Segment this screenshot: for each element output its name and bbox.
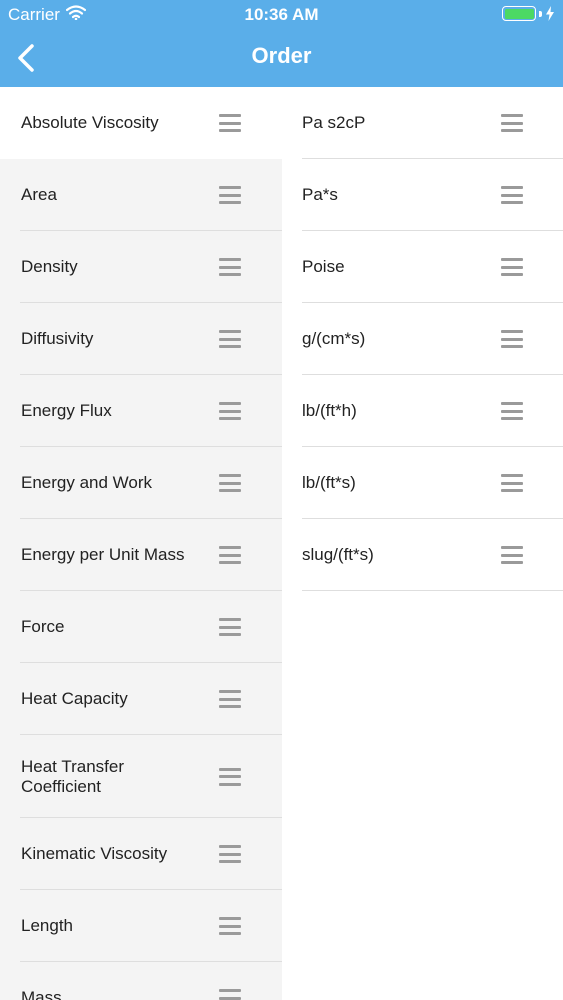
unit-label: slug/(ft*s) bbox=[302, 545, 374, 564]
drag-handle-icon[interactable] bbox=[501, 114, 523, 132]
category-row[interactable]: Heat Capacity bbox=[0, 663, 282, 735]
unit-label: Poise bbox=[302, 257, 345, 276]
category-row[interactable]: Diffusivity bbox=[0, 303, 282, 375]
drag-handle-icon[interactable] bbox=[219, 114, 241, 132]
drag-handle-icon[interactable] bbox=[501, 258, 523, 276]
category-row[interactable]: Energy Flux bbox=[0, 375, 282, 447]
unit-list[interactable]: Pa s2cP Pa*s Poise g/(cm*s) lb/(ft*h) lb… bbox=[282, 87, 563, 1000]
unit-label: lb/(ft*s) bbox=[302, 473, 356, 492]
category-row[interactable]: Energy and Work bbox=[0, 447, 282, 519]
drag-handle-icon[interactable] bbox=[219, 186, 241, 204]
drag-handle-icon[interactable] bbox=[219, 767, 241, 786]
unit-label: g/(cm*s) bbox=[302, 329, 366, 348]
category-row[interactable]: Area bbox=[0, 159, 282, 231]
category-label: Heat Capacity bbox=[21, 689, 128, 708]
drag-handle-icon[interactable] bbox=[501, 474, 523, 492]
drag-handle-icon[interactable] bbox=[219, 917, 241, 935]
unit-label: Pa*s bbox=[302, 185, 338, 204]
category-label: Kinematic Viscosity bbox=[21, 844, 168, 863]
unit-row[interactable]: Pa*s bbox=[282, 159, 563, 231]
category-label: Energy Flux bbox=[21, 401, 112, 420]
status-bar: Carrier 10:36 AM bbox=[0, 0, 563, 30]
navigation-bar: Order bbox=[0, 30, 563, 87]
category-label: Density bbox=[21, 257, 78, 276]
unit-row[interactable]: Poise bbox=[282, 231, 563, 303]
unit-label: lb/(ft*h) bbox=[302, 401, 357, 420]
unit-row[interactable]: Pa s2cP bbox=[282, 87, 563, 159]
category-row[interactable]: Absolute Viscosity bbox=[0, 87, 282, 159]
drag-handle-icon[interactable] bbox=[219, 330, 241, 348]
page-title: Order bbox=[251, 43, 312, 68]
category-label: Force bbox=[21, 617, 65, 636]
drag-handle-icon[interactable] bbox=[219, 546, 241, 564]
unit-row[interactable]: lb/(ft*h) bbox=[282, 375, 563, 447]
category-label: Energy and Work bbox=[21, 473, 153, 492]
drag-handle-icon[interactable] bbox=[501, 402, 523, 420]
drag-handle-icon[interactable] bbox=[219, 845, 241, 863]
category-label: Mass bbox=[21, 988, 62, 1000]
drag-handle-icon[interactable] bbox=[219, 690, 241, 708]
battery-icon bbox=[502, 6, 555, 21]
drag-handle-icon[interactable] bbox=[219, 474, 241, 492]
drag-handle-icon[interactable] bbox=[219, 258, 241, 276]
category-label: Heat Transfer Coefficient bbox=[21, 756, 124, 796]
category-list[interactable]: Absolute Viscosity Area Density Diffusiv… bbox=[0, 87, 282, 1000]
drag-handle-icon[interactable] bbox=[219, 989, 241, 1000]
category-row[interactable]: Force bbox=[0, 591, 282, 663]
drag-handle-icon[interactable] bbox=[219, 618, 241, 636]
category-label: Energy per Unit Mass bbox=[21, 545, 185, 564]
status-time: 10:36 AM bbox=[244, 5, 319, 24]
charging-bolt-icon bbox=[546, 6, 554, 21]
drag-handle-icon[interactable] bbox=[501, 546, 523, 564]
category-row[interactable]: Mass bbox=[0, 962, 282, 1000]
row-divider bbox=[302, 590, 563, 591]
unit-row[interactable]: g/(cm*s) bbox=[282, 303, 563, 375]
unit-label: Pa s2cP bbox=[302, 113, 366, 132]
category-label: Absolute Viscosity bbox=[21, 113, 159, 132]
category-row[interactable]: Length bbox=[0, 890, 282, 962]
unit-row[interactable]: slug/(ft*s) bbox=[282, 519, 563, 591]
drag-handle-icon[interactable] bbox=[501, 330, 523, 348]
category-label: Area bbox=[21, 185, 57, 204]
category-row[interactable]: Kinematic Viscosity bbox=[0, 818, 282, 890]
category-row[interactable]: Density bbox=[0, 231, 282, 303]
category-row[interactable]: Energy per Unit Mass bbox=[0, 519, 282, 591]
unit-row[interactable]: lb/(ft*s) bbox=[282, 447, 563, 519]
drag-handle-icon[interactable] bbox=[219, 402, 241, 420]
header: Carrier 10:36 AM Order bbox=[0, 0, 563, 87]
category-row[interactable]: Heat Transfer Coefficient bbox=[0, 735, 282, 818]
drag-handle-icon[interactable] bbox=[501, 186, 523, 204]
category-label: Diffusivity bbox=[21, 329, 94, 348]
category-label: Length bbox=[21, 916, 73, 935]
